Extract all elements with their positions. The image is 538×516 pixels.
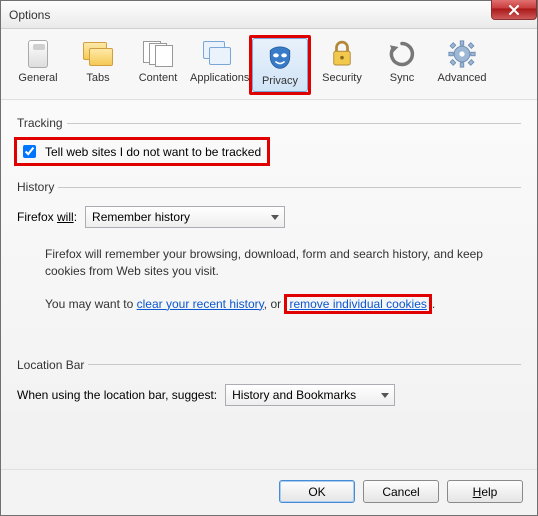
dialog-buttons: OK Cancel Help <box>1 469 537 515</box>
tab-security[interactable]: Security <box>313 35 371 95</box>
history-description: Firefox will remember your browsing, dow… <box>45 246 511 280</box>
tab-general[interactable]: General <box>9 35 67 95</box>
history-mode-label: Firefox will: <box>17 210 77 224</box>
highlight-remove-cookies: remove individual cookies <box>284 294 431 314</box>
tab-label: General <box>10 72 66 84</box>
options-dialog: Options General Tabs Content Application… <box>0 0 538 516</box>
titlebar: Options <box>1 1 537 29</box>
group-legend: Tracking <box>17 116 67 130</box>
history-hint: You may want to clear your recent histor… <box>45 294 511 314</box>
windows-icon <box>202 38 234 70</box>
tab-applications[interactable]: Applications <box>189 35 247 95</box>
switch-icon <box>22 38 54 70</box>
tab-label: Applications <box>190 72 246 84</box>
do-not-track-checkbox[interactable] <box>23 145 36 158</box>
window-title: Options <box>9 8 50 22</box>
help-button[interactable]: Help <box>447 480 523 503</box>
tab-label: Tabs <box>70 72 126 84</box>
ok-button[interactable]: OK <box>279 480 355 503</box>
pages-icon <box>142 38 174 70</box>
history-mode-row: Firefox will: Remember history <box>17 206 521 228</box>
tab-label: Advanced <box>434 72 490 84</box>
tab-label: Privacy <box>253 75 307 87</box>
mask-icon <box>264 41 296 73</box>
locationbar-select[interactable]: History and Bookmarks <box>225 384 395 406</box>
history-description-block: Firefox will remember your browsing, dow… <box>45 246 511 314</box>
locationbar-label: When using the location bar, suggest: <box>17 388 217 402</box>
tab-content[interactable]: Content <box>129 35 187 95</box>
tab-advanced[interactable]: Advanced <box>433 35 491 95</box>
sync-icon <box>386 38 418 70</box>
category-toolbar: General Tabs Content Applications <box>1 29 537 100</box>
gear-icon <box>446 38 478 70</box>
group-legend: History <box>17 180 58 194</box>
folders-icon <box>82 38 114 70</box>
link-remove-cookies[interactable]: remove individual cookies <box>289 297 426 311</box>
cancel-button[interactable]: Cancel <box>363 480 439 503</box>
highlight-dnt: Tell web sites I do not want to be track… <box>14 137 270 166</box>
locationbar-row: When using the location bar, suggest: Hi… <box>17 384 521 406</box>
group-legend: Location Bar <box>17 358 88 372</box>
tab-sync[interactable]: Sync <box>373 35 431 95</box>
link-clear-history[interactable]: clear your recent history <box>137 297 264 311</box>
tab-privacy[interactable]: Privacy <box>252 38 308 92</box>
close-icon <box>508 5 520 15</box>
history-mode-select[interactable]: Remember history <box>85 206 285 228</box>
tab-label: Content <box>130 72 186 84</box>
group-location-bar: Location Bar When using the location bar… <box>17 358 521 412</box>
tab-label: Sync <box>374 72 430 84</box>
lock-icon <box>326 38 358 70</box>
tab-label: Security <box>314 72 370 84</box>
do-not-track-label[interactable]: Tell web sites I do not want to be track… <box>45 145 261 159</box>
content-area: Tracking Tell web sites I do not want to… <box>1 100 537 469</box>
highlight-privacy: Privacy <box>249 35 311 95</box>
close-button[interactable] <box>491 0 537 20</box>
group-tracking: Tracking Tell web sites I do not want to… <box>17 116 521 166</box>
group-history: History Firefox will: Remember history F… <box>17 180 521 328</box>
locationbar-combo-wrap: History and Bookmarks <box>225 384 395 406</box>
history-mode-combo-wrap: Remember history <box>85 206 285 228</box>
tab-tabs[interactable]: Tabs <box>69 35 127 95</box>
